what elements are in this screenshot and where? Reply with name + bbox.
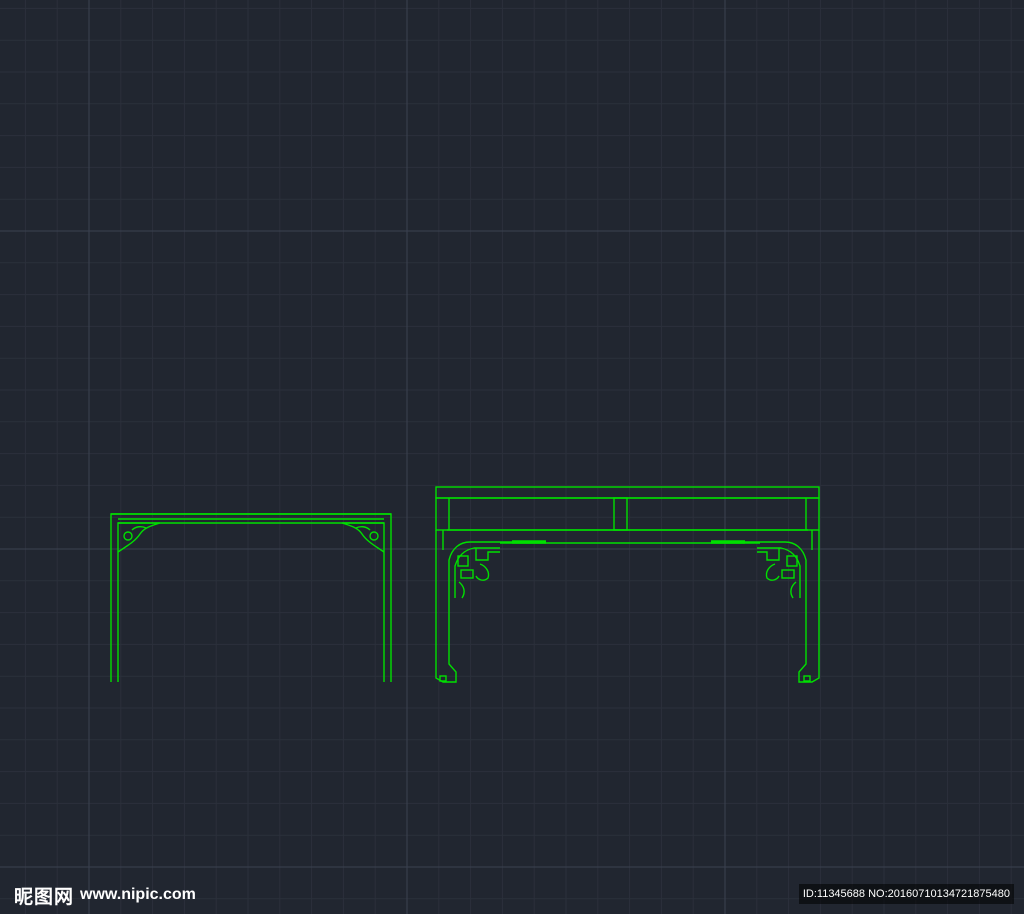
drawing-grid bbox=[0, 0, 1024, 914]
table-front-elevation[interactable] bbox=[435, 486, 820, 683]
watermark-logo: 昵图网 www.nipic.com bbox=[14, 880, 196, 910]
cad-drawing-viewport[interactable] bbox=[0, 0, 1024, 914]
watermark-url: www.nipic.com bbox=[80, 886, 196, 903]
watermark-brand: 昵图网 bbox=[14, 885, 75, 908]
watermark-id: ID:11345688 NO:20160710134721875480 bbox=[798, 884, 1014, 904]
